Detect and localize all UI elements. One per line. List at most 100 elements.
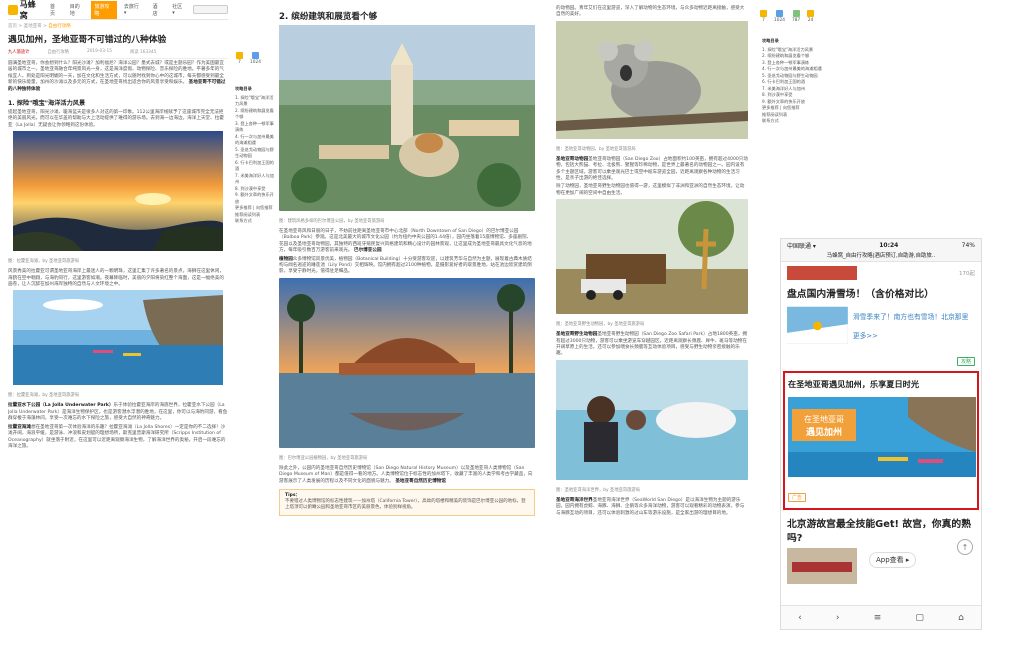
reply-stat[interactable]: 787	[792, 10, 800, 23]
back-icon[interactable]: ‹	[798, 613, 802, 623]
app-view-button[interactable]: App查看 ▸	[869, 552, 917, 568]
star-icon	[775, 10, 783, 17]
balboa-park-image	[279, 25, 535, 211]
toc-item[interactable]: 2. 缤纷建筑和展览看个够	[235, 108, 277, 121]
ski-thumbnail	[787, 306, 848, 344]
ad-card-highlighted[interactable]: 在圣地亚哥遇见加州，乐享夏日时光 在圣地亚哥 遇见加州 广告	[783, 371, 979, 510]
toc-item[interactable]: 5. 圣迭戈动物园与野生动物园	[235, 147, 277, 160]
nav-home[interactable]: 首页	[47, 1, 63, 19]
paragraph: 除此之外，公园内的圣地亚哥自然历史博物馆（San Diego Natural H…	[279, 465, 533, 484]
safari-park-image	[556, 199, 748, 315]
list-item[interactable]: 170起	[787, 266, 975, 280]
palace-thumbnail	[787, 548, 857, 584]
search-input[interactable]	[192, 5, 228, 14]
column-2: 2. 缤纷建筑和展览看个够 图：建筑风格多样的巴尔博亚公园，by 圣地亚哥旅游局…	[279, 0, 535, 663]
paragraph: 的动物园。青年艾们在这里游览，深入了解动物的生态环境，与众多动物近距离接触，感受…	[556, 6, 745, 18]
toc-sidebar: 攻略目录 1. 探险"哦宝"海洋活力风景 2. 缤纷建筑和展览看个够 3. 登上…	[235, 86, 277, 225]
nav-community[interactable]: 社区 ▾	[169, 1, 189, 18]
kayak-image	[13, 290, 223, 386]
scroll-top-button[interactable]: ↑	[957, 539, 973, 555]
ad-banner-line1: 在圣地亚哥	[804, 414, 844, 424]
url-bar[interactable]: 马蜂窝_自由行攻略|酒店预订,自助游,自助旅..	[781, 251, 981, 262]
browser-toolbar: ‹ › ≡ ▢ ⌂	[781, 605, 981, 629]
logo-icon	[8, 4, 18, 15]
tag-guide: 攻略	[956, 357, 975, 366]
mobile-screenshot: 中国联通 ▾ 10:24 74% 马蜂窝_自由行攻略|酒店预订,自助游,自助旅.…	[780, 238, 982, 630]
la-jolla-sunset-image	[13, 131, 223, 252]
seaworld-image	[556, 359, 748, 480]
section-heading-1: 1. 探险"哦宝"海洋活力风景	[8, 100, 86, 108]
article-stats: 7 1024	[236, 52, 261, 65]
article-views: 阅读 163345	[129, 50, 157, 55]
article-meta: 九人旅途计 自由行攻略 2019-03-15 阅读 163345	[8, 49, 228, 59]
image-caption: 图：圣地亚哥动物园，by 圣地亚哥旅游局	[556, 146, 636, 152]
like-stat[interactable]: 7	[760, 10, 767, 23]
paragraph: 圣地亚哥动物园圣地亚哥动物园（San Diego Zoo）占地面积约100英亩，…	[556, 156, 748, 182]
site-nav: 马蜂窝 首页 目的地 旅游攻略 去旅行 ▾ 酒店 社区 ▾	[8, 0, 228, 20]
botanical-building-image	[279, 277, 535, 448]
fav-stat[interactable]: 1024	[774, 10, 785, 23]
comment-icon	[792, 10, 800, 17]
breadcrumb: 首页 > 圣地亚哥 > 自由行攻略	[8, 24, 71, 29]
status-bar: 中国联通 ▾ 10:24 74%	[781, 239, 981, 251]
nav-guides[interactable]: 旅游攻略	[91, 0, 117, 19]
carrier: 中国联通 ▾	[787, 242, 816, 250]
toc-sidebar-2: 攻略目录 1. 探险"哦宝"海洋活力风景 2. 缤纷建筑和展览看个够 3. 登上…	[762, 38, 832, 125]
toc-item[interactable]: 1. 探险"哦宝"海洋活力风景	[235, 95, 277, 108]
toc-item[interactable]: 7. 米美海洋好人与加州	[235, 173, 277, 186]
paragraph: 除了动物园，圣地亚哥野生动物园也值得一游，这里模拟了非洲和亚洲的自然生态环境，让…	[556, 184, 745, 196]
article-link-title[interactable]: 北京游故宫最全技能Get! 故宫，你真的熟吗?	[787, 516, 975, 544]
ad-title: 在圣地亚哥遇见加州，乐享夏日时光	[788, 379, 920, 389]
toc-item[interactable]: 6. 行卡巴利加王国的酒	[235, 160, 277, 173]
article-link-title[interactable]: 盘点国内滑雪场！（含价格对比）	[787, 286, 975, 300]
article-date: 2019-03-15	[86, 49, 112, 54]
paragraph: 拉霍亚海滩想在圣地亚哥第一次体验海洋的乐趣？拉霍亚海滩（La Jolla Sho…	[8, 424, 226, 449]
author-name[interactable]: 九人旅途计	[8, 49, 29, 55]
share-stat[interactable]: 24	[807, 10, 815, 23]
forward-icon[interactable]: ›	[836, 613, 840, 623]
article-source: 自由行攻略	[47, 50, 69, 55]
image-caption: 图：拉霍亚海滩，by 圣地亚哥旅游局	[8, 259, 80, 265]
ad-label: 广告	[788, 493, 807, 502]
paragraph: 植物园众多博物馆风景优美，植物园（Botanical Building）十分受游…	[279, 256, 532, 275]
thumb-icon	[236, 52, 243, 59]
toc-item[interactable]: 联系方式	[235, 218, 277, 225]
clock: 10:24	[879, 241, 899, 249]
nav-destination[interactable]: 目的地	[67, 1, 88, 19]
article-stats-2: 7 1024 787 24	[760, 10, 815, 23]
like-stat[interactable]: 7	[236, 52, 243, 65]
toc-item[interactable]: 联系方式	[762, 118, 832, 125]
paragraph: 圣地亚哥野生动物园圣地亚哥野生动物园（San Diego Zoo Safari …	[556, 332, 748, 357]
paragraph: 在圣地亚哥风和日丽的日子，不妨前往距离圣地亚哥市中心北部（North Downt…	[279, 229, 532, 254]
koala-image	[556, 20, 748, 139]
image-caption: 图：圣地亚哥海洋世界，by 圣地亚哥旅游局	[556, 487, 640, 493]
price-label: 170起	[959, 271, 975, 277]
image-caption: 图：圣地亚哥野生动物园，by 圣地亚哥旅游局	[556, 322, 645, 328]
paragraph: 风景秀美的拉霍亚可谓圣地亚哥海岸上最迷人的一颗明珠，这里汇集了许多著名的景点，海…	[8, 269, 224, 288]
nav-travel[interactable]: 去旅行 ▾	[121, 1, 146, 18]
toc-item[interactable]: 更多推荐 | 向您推荐	[235, 205, 277, 212]
paragraph: 提起圣地亚哥，阳光沙滩、暖海蓝天是很多人对这的第一印象。112公里海岸线赋予了这…	[8, 110, 224, 128]
toc-item[interactable]: 4. 行一次与加州最美的海滩相遇	[762, 66, 832, 73]
list-item[interactable]: 滑雪季来了！南方也有雪场！北京那里更多>>	[787, 304, 975, 346]
image-caption: 图：巴尔博亚公园植物园，by 圣地亚哥旅游局	[279, 455, 368, 461]
menu-icon[interactable]: ≡	[874, 613, 882, 623]
toc-heading: 攻略目录	[762, 38, 779, 43]
nav-hotel[interactable]: 酒店	[149, 1, 165, 19]
column-3: 的动物园。青年艾们在这里游览，深入了解动物的生态环境，与众多动物近距离接触，感受…	[556, 0, 748, 663]
list-thumb	[787, 266, 857, 280]
image-caption: 图：拉霍亚海滩，by 圣地亚哥旅游局	[8, 393, 80, 399]
intro-paragraph: 圆满圣地亚哥，你会想到什么？阳光沙滩？加利福尼？海洋公园？墨式去城？或是主题乐园…	[8, 61, 226, 92]
share-icon	[807, 10, 815, 17]
home-icon[interactable]: ⌂	[958, 613, 964, 623]
article-title: 遇见加州，圣地亚哥不可错过的八种体验	[8, 35, 167, 45]
fav-stat[interactable]: 1024	[250, 52, 261, 65]
paragraph: 拉霍亚水下公园（La Jolla Underwater Park）乐于体验拉霍亚…	[8, 403, 228, 422]
tabs-icon[interactable]: ▢	[915, 613, 924, 623]
toc-item[interactable]: 4. 行一次与加州最美的海滩相遇	[235, 134, 277, 147]
site-logo[interactable]: 马蜂窝	[8, 0, 43, 21]
battery-level: 74%	[961, 241, 975, 249]
article-subtitle: 滑雪季来了！南方也有雪场！北京那里更多>>	[852, 313, 969, 340]
toc-item[interactable]: 9. 额外文章的快乐开放	[235, 192, 277, 205]
toc-item[interactable]: 3. 登上各种一顿军事演练	[235, 121, 277, 134]
